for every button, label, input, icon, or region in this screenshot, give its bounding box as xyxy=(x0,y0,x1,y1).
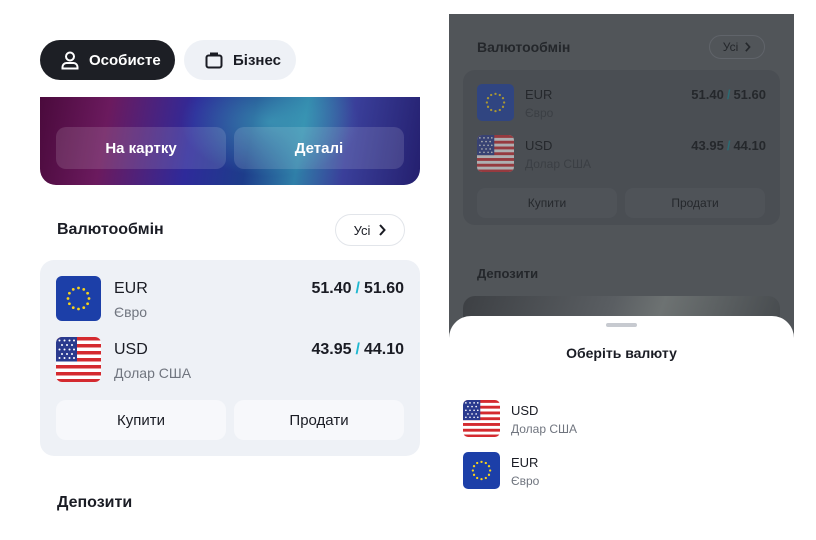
currency-code: USD xyxy=(525,138,553,153)
buy-rate: 51.40 xyxy=(691,87,724,102)
currency-row-usd: USD Долар США 43.95/44.10 xyxy=(477,135,766,175)
buy-rate: 43.95 xyxy=(691,138,724,153)
currency-option-name: Долар США xyxy=(511,422,578,436)
sheet-title: Оберіть валюту xyxy=(566,345,677,361)
chevron-right-icon xyxy=(745,42,751,52)
eu-flag-icon xyxy=(463,452,500,489)
us-flag-icon xyxy=(477,135,514,172)
details-button[interactable]: Деталі xyxy=(234,127,404,169)
briefcase-icon xyxy=(205,52,223,69)
currency-option-usd[interactable]: USD Долар США xyxy=(463,400,763,440)
sell-rate: 44.10 xyxy=(363,341,404,358)
sell-rate: 51.60 xyxy=(733,87,766,102)
bank-card: На картку Деталі xyxy=(40,97,420,185)
rate-separator: / xyxy=(355,341,360,358)
currency-row-eur: EUR Євро 51.40/51.60 xyxy=(56,276,404,324)
all-label: Усі xyxy=(722,40,739,54)
sell-button[interactable]: Продати xyxy=(234,400,404,440)
currency-name: Долар США xyxy=(114,365,192,381)
currency-code: EUR xyxy=(114,280,148,297)
personal-segment-label: Особисте xyxy=(89,51,161,69)
currency-option-code: EUR xyxy=(511,455,539,470)
main-screen: Особисте Бізнес На картку Деталі Валютоо… xyxy=(0,0,448,540)
exchange-all-button[interactable]: Усі xyxy=(335,214,405,246)
currency-rate: 43.95/44.10 xyxy=(311,341,404,359)
rate-separator: / xyxy=(726,138,731,153)
to-card-button[interactable]: На картку xyxy=(56,127,226,169)
currency-rate: 43.95/44.10 xyxy=(691,138,766,153)
chevron-right-icon xyxy=(379,224,387,236)
currency-picker-screen: Валютообмін Усі EUR Євро 51.40/51.60 USD… xyxy=(449,14,794,540)
exchange-section-title: Валютообмін xyxy=(57,221,164,238)
currency-option-code: USD xyxy=(511,403,539,418)
exchange-rates-panel-dimmed: EUR Євро 51.40/51.60 USD Долар США 43.95… xyxy=(463,70,780,225)
buy-button[interactable]: Купити xyxy=(56,400,226,440)
deposits-section-title: Депозити xyxy=(57,494,133,511)
sheet-drag-handle[interactable] xyxy=(606,323,637,327)
exchange-rates-panel: EUR Євро 51.40/51.60 USD Долар США 43.95… xyxy=(40,260,420,456)
currency-select-sheet: Оберіть валюту USD Долар США EUR Євро xyxy=(449,316,794,540)
rate-separator: / xyxy=(726,87,731,102)
deposits-section-title-dimmed: Депозити xyxy=(477,266,539,281)
business-segment-label: Бізнес xyxy=(233,51,281,69)
sell-rate: 51.60 xyxy=(363,280,404,297)
currency-option-eur[interactable]: EUR Євро xyxy=(463,452,763,492)
currency-rate: 51.40/51.60 xyxy=(311,280,404,298)
rate-separator: / xyxy=(355,280,360,297)
exchange-all-button-dimmed: Усі xyxy=(709,35,765,59)
sell-button-dimmed: Продати xyxy=(625,188,765,218)
all-label: Усі xyxy=(353,222,371,238)
user-icon xyxy=(61,51,79,70)
eu-flag-icon xyxy=(56,276,101,321)
currency-code: USD xyxy=(114,341,148,358)
sell-rate: 44.10 xyxy=(733,138,766,153)
currency-row-eur: EUR Євро 51.40/51.60 xyxy=(477,84,766,124)
buy-rate: 51.40 xyxy=(311,280,352,297)
exchange-section-title-dimmed: Валютообмін xyxy=(477,39,571,55)
buy-rate: 43.95 xyxy=(311,341,352,358)
us-flag-icon xyxy=(463,400,500,437)
currency-name: Долар США xyxy=(525,157,592,171)
currency-code: EUR xyxy=(525,87,553,102)
business-segment-button[interactable]: Бізнес xyxy=(184,40,296,80)
buy-button-dimmed: Купити xyxy=(477,188,617,218)
currency-name: Євро xyxy=(525,106,554,120)
personal-segment-button[interactable]: Особисте xyxy=(40,40,175,80)
eu-flag-icon xyxy=(477,84,514,121)
us-flag-icon xyxy=(56,337,101,382)
currency-row-usd: USD Долар США 43.95/44.10 xyxy=(56,337,404,385)
currency-name: Євро xyxy=(114,304,148,320)
currency-option-name: Євро xyxy=(511,474,540,488)
currency-rate: 51.40/51.60 xyxy=(691,87,766,102)
